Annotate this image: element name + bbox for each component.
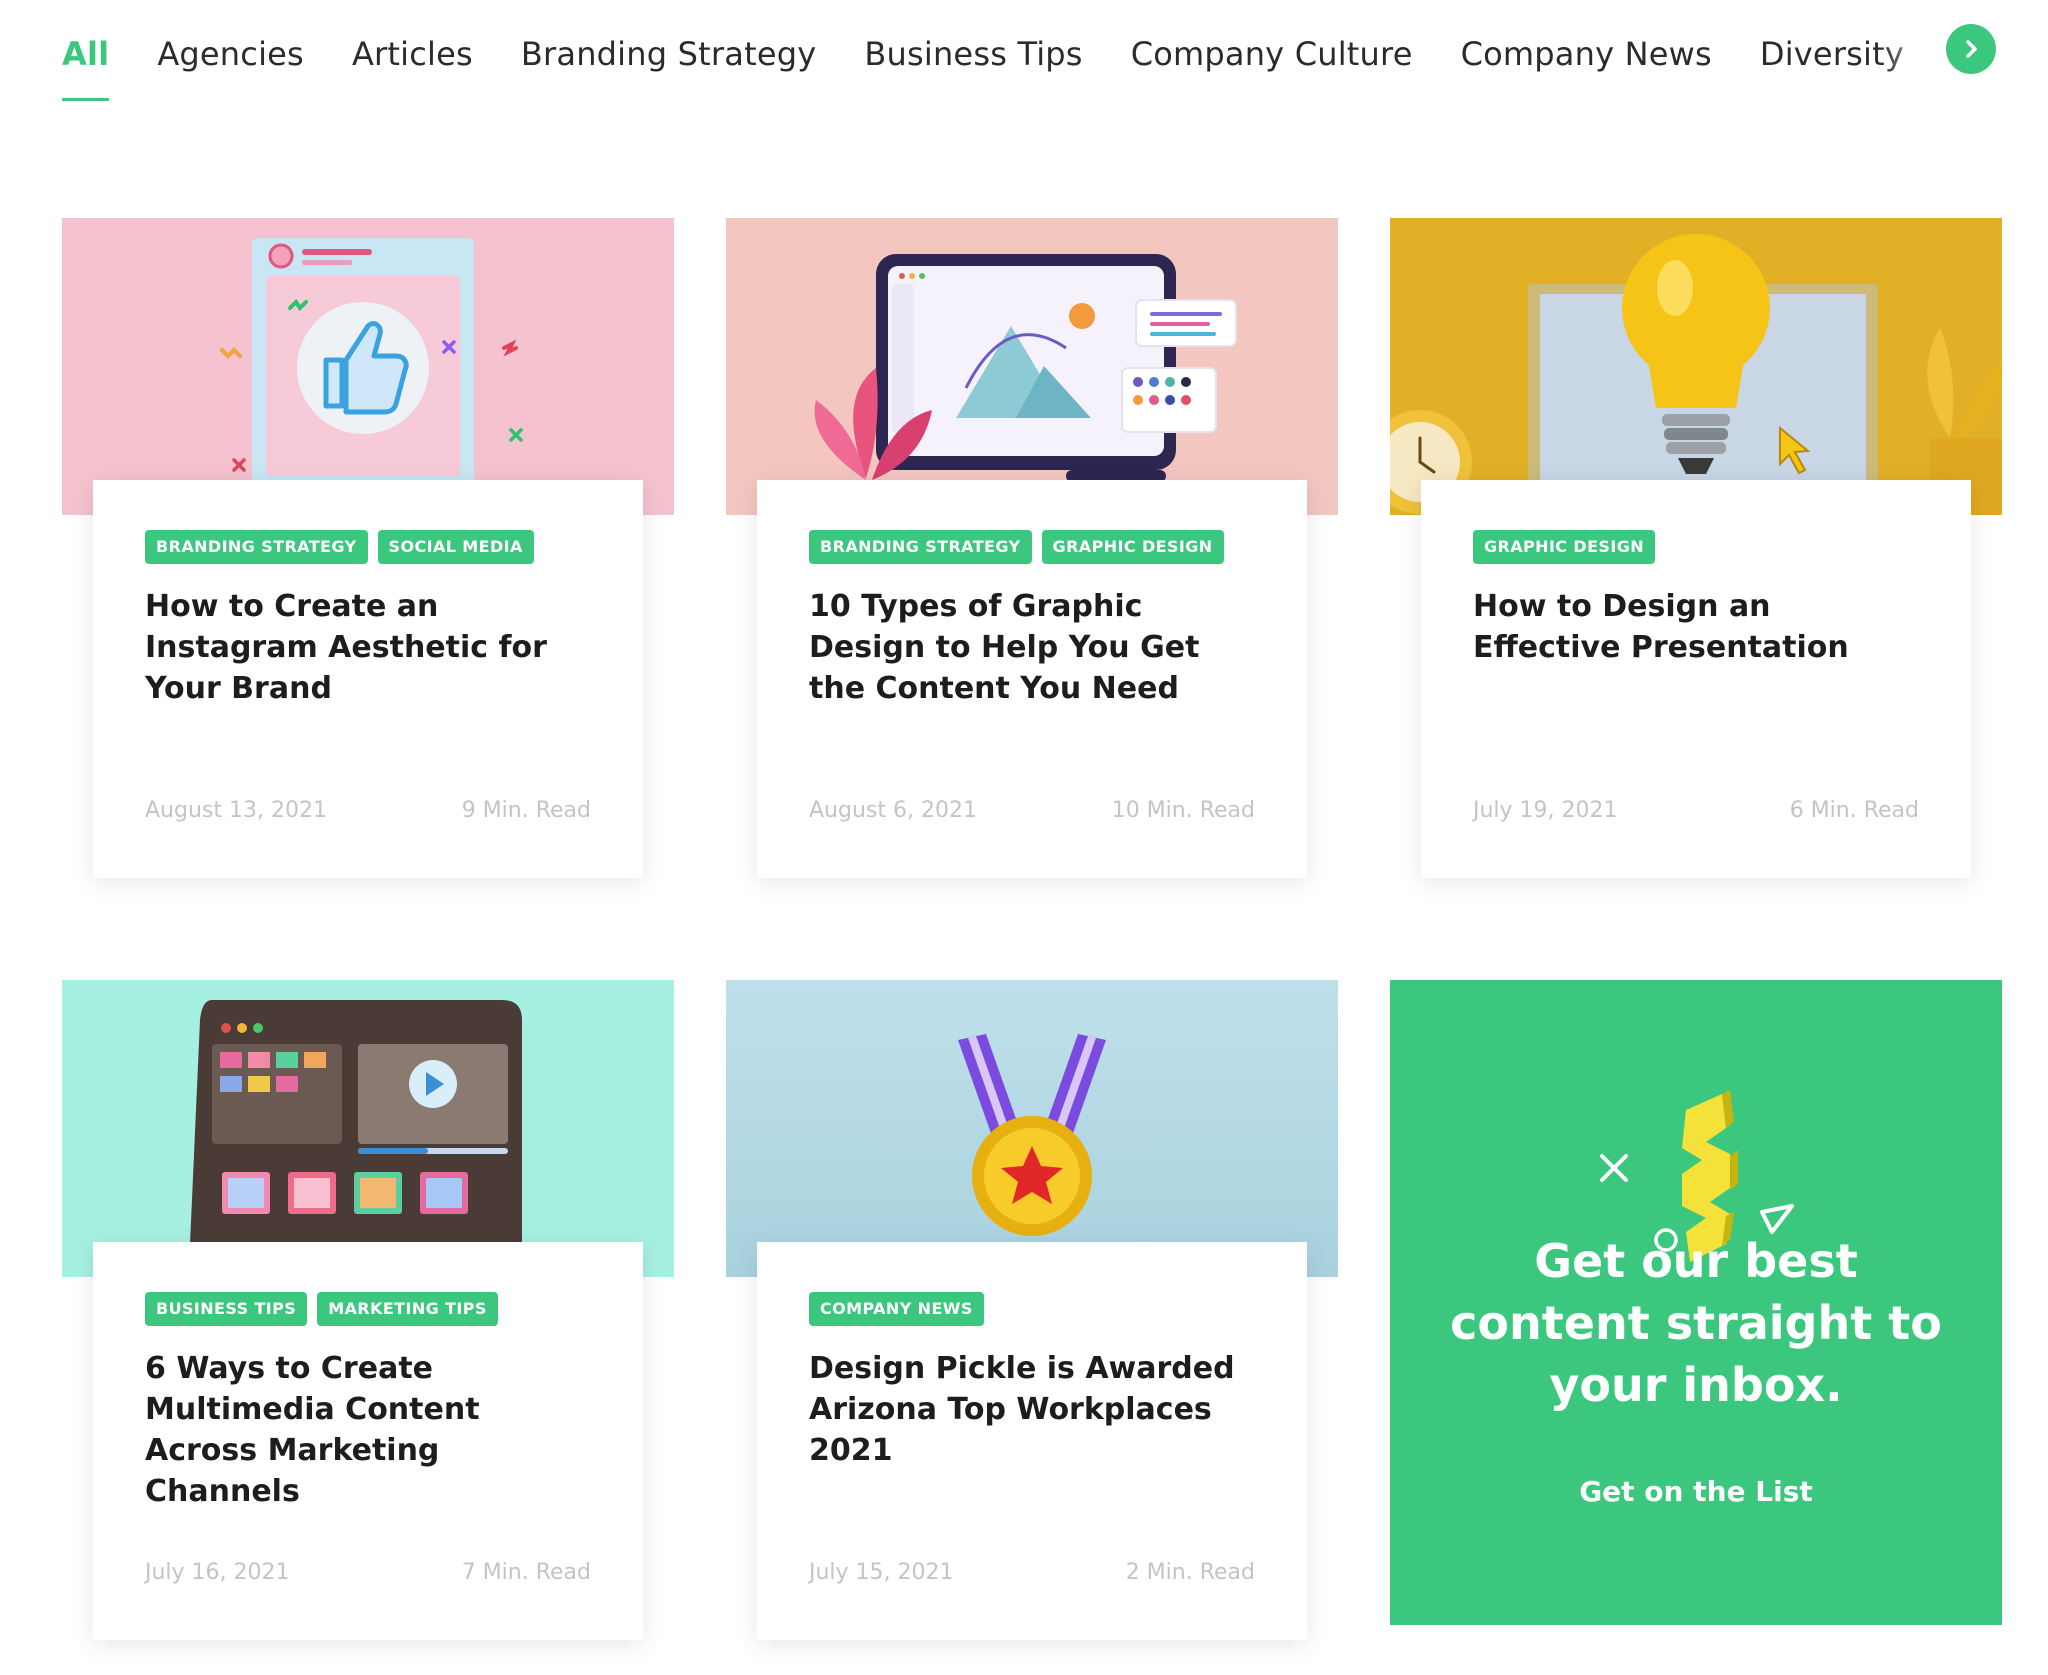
- post-title[interactable]: 10 Types of Graphic Design to Help You G…: [809, 586, 1259, 709]
- post-tag[interactable]: Company News: [809, 1292, 984, 1326]
- tab-strip: All Agencies Articles Branding Strategy Busi…: [62, 26, 1942, 106]
- post-card-body: Business Tips Marketing Tips 6 Ways to C…: [93, 1242, 643, 1640]
- post-date: August 13, 2021: [145, 798, 327, 823]
- post-meta: July 19, 2021 6 Min. Read: [1473, 798, 1919, 823]
- post-meta: August 6, 2021 10 Min. Read: [809, 798, 1255, 823]
- post-date: July 15, 2021: [809, 1560, 954, 1585]
- post-title[interactable]: How to Create an Instagram Aesthetic for…: [145, 586, 595, 709]
- category-tabs: All Agencies Articles Branding Strategy Busi…: [0, 0, 2048, 110]
- post-title[interactable]: How to Design an Effective Presentation: [1473, 586, 1923, 668]
- post-image-lightbulb[interactable]: [1390, 218, 2002, 515]
- newsletter-cta-link[interactable]: Get on the List: [1390, 1475, 2002, 1508]
- post-read-time: 2 Min. Read: [1125, 1560, 1255, 1585]
- post-card-body: Branding Strategy Graphic Design 10 Type…: [757, 480, 1307, 878]
- post-tag[interactable]: Business Tips: [145, 1292, 308, 1326]
- post-tag[interactable]: Branding Strategy: [809, 530, 1032, 564]
- post-tag[interactable]: Graphic Design: [1473, 530, 1656, 564]
- post-tags: Branding Strategy Graphic Design: [809, 530, 1229, 564]
- post-tags: Company News: [809, 1292, 1229, 1326]
- tab-branding-strategy[interactable]: Branding Strategy: [521, 26, 816, 82]
- post-card-body: Company News Design Pickle is Awarded Ar…: [757, 1242, 1307, 1640]
- post-meta: July 15, 2021 2 Min. Read: [809, 1560, 1255, 1585]
- post-read-time: 10 Min. Read: [1111, 798, 1255, 823]
- tab-company-news[interactable]: Company News: [1461, 26, 1712, 82]
- post-title[interactable]: Design Pickle is Awarded Arizona Top Wor…: [809, 1348, 1259, 1471]
- post-read-time: 9 Min. Read: [461, 798, 591, 823]
- post-image-media-tablet[interactable]: [62, 980, 674, 1277]
- post-image-thumbs-up[interactable]: [62, 218, 674, 515]
- tab-business-tips[interactable]: Business Tips: [864, 26, 1082, 82]
- post-tag[interactable]: Branding Strategy: [145, 530, 368, 564]
- post-image-design-app[interactable]: [726, 218, 1338, 515]
- post-tags: Branding Strategy Social Media: [145, 530, 565, 564]
- post-read-time: 6 Min. Read: [1789, 798, 1919, 823]
- post-date: August 6, 2021: [809, 798, 977, 823]
- post-tag[interactable]: Marketing Tips: [317, 1292, 498, 1326]
- newsletter-headline: Get our best content straight to your in…: [1450, 1234, 1942, 1412]
- post-read-time: 7 Min. Read: [461, 1560, 591, 1585]
- post-card-body: Branding Strategy Social Media How to Cr…: [93, 480, 643, 878]
- post-tags: Business Tips Marketing Tips: [145, 1292, 565, 1326]
- tab-agencies[interactable]: Agencies: [157, 26, 304, 82]
- tab-company-culture[interactable]: Company Culture: [1131, 26, 1413, 82]
- post-meta: August 13, 2021 9 Min. Read: [145, 798, 591, 823]
- post-meta: July 16, 2021 7 Min. Read: [145, 1560, 591, 1585]
- chevron-right-icon: [1966, 40, 1977, 58]
- post-date: July 16, 2021: [145, 1560, 290, 1585]
- newsletter-panel: Get our best content straight to your in…: [1390, 980, 2002, 1625]
- post-tags: Graphic Design: [1473, 530, 1893, 564]
- tab-all[interactable]: All: [62, 26, 110, 101]
- post-date: July 19, 2021: [1473, 798, 1618, 823]
- post-tag[interactable]: Social Media: [377, 530, 534, 564]
- post-tag[interactable]: Graphic Design: [1041, 530, 1224, 564]
- post-image-award-medal[interactable]: [726, 980, 1338, 1277]
- post-title[interactable]: 6 Ways to Create Multimedia Content Acro…: [145, 1348, 595, 1512]
- post-card-body: Graphic Design How to Design an Effectiv…: [1421, 480, 1971, 878]
- tab-articles[interactable]: Articles: [352, 26, 473, 82]
- tabs-next-button[interactable]: [1946, 24, 1996, 74]
